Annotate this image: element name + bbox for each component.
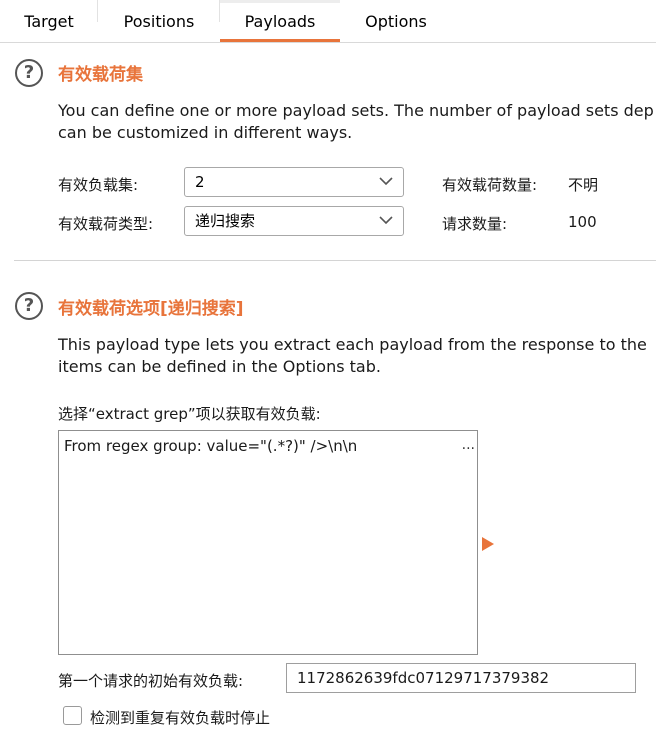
payload-type-value: 递归搜索 bbox=[195, 212, 256, 230]
expand-arrow-icon[interactable] bbox=[482, 537, 494, 551]
initial-payload-input[interactable] bbox=[286, 663, 636, 693]
payload-sets-description-line1: You can define one or more payload sets.… bbox=[58, 101, 654, 120]
extract-grep-label: 选择“extract grep”项以获取有效负载: bbox=[58, 405, 321, 423]
payload-type-select[interactable]: 递归搜索 bbox=[184, 206, 404, 236]
tab-target[interactable]: Target bbox=[0, 0, 98, 42]
initial-payload-label: 第一个请求的初始有效负载: bbox=[58, 672, 244, 690]
tab-payloads[interactable]: Payloads bbox=[220, 0, 340, 42]
help-icon[interactable]: ? bbox=[15, 59, 43, 87]
payload-set-select[interactable]: 2 bbox=[184, 167, 404, 197]
request-count-value: 100 bbox=[568, 213, 597, 231]
section-title-payload-options: 有效载荷选项[递归搜索] bbox=[58, 299, 244, 319]
payload-set-label: 有效负载集: bbox=[58, 176, 139, 194]
tab-options[interactable]: Options bbox=[340, 0, 452, 42]
list-item-ellipsis: ... bbox=[461, 437, 475, 453]
stop-on-duplicate-checkbox[interactable] bbox=[63, 706, 82, 725]
help-icon[interactable]: ? bbox=[15, 292, 43, 320]
chevron-down-icon bbox=[379, 216, 393, 225]
payload-options-description-line1: This payload type lets you extract each … bbox=[58, 335, 647, 354]
extract-grep-list[interactable]: From regex group: value="(.*?)" />\n\n .… bbox=[58, 430, 478, 655]
tab-bar: Target Positions Payloads Options bbox=[0, 0, 656, 43]
payload-set-value: 2 bbox=[195, 173, 205, 191]
section-divider bbox=[14, 260, 656, 261]
tab-positions[interactable]: Positions bbox=[98, 0, 220, 42]
stop-on-duplicate-label: 检测到重复有效负载时停止 bbox=[90, 709, 271, 727]
payload-type-label: 有效载荷类型: bbox=[58, 215, 154, 233]
list-item[interactable]: From regex group: value="(.*?)" />\n\n bbox=[64, 437, 357, 455]
section-title-payload-sets: 有效载荷集 bbox=[58, 65, 143, 85]
chevron-down-icon bbox=[379, 177, 393, 186]
payload-options-description-line2: items can be defined in the Options tab. bbox=[58, 357, 381, 376]
payload-count-label: 有效载荷数量: bbox=[442, 176, 538, 194]
payload-sets-description-line2: can be customized in different ways. bbox=[58, 123, 353, 142]
request-count-label: 请求数量: bbox=[442, 215, 508, 233]
payload-count-value: 不明 bbox=[568, 176, 599, 194]
